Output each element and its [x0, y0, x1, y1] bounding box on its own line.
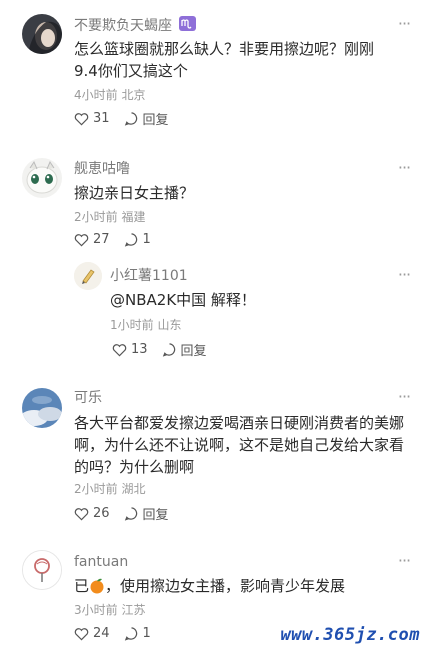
more-options-icon[interactable]: ··· — [394, 16, 414, 37]
like-button[interactable]: 26 — [74, 506, 110, 521]
comment-meta: 3小时前 江苏 — [74, 603, 146, 617]
avatar[interactable] — [22, 158, 62, 198]
reply-button[interactable]: 1 — [124, 232, 151, 247]
comment-text: 擦边亲日女主播？ — [74, 184, 195, 202]
like-button[interactable]: 31 — [74, 111, 110, 126]
reply-count: 1 — [142, 626, 151, 641]
heart-icon — [74, 627, 89, 640]
avatar[interactable] — [74, 262, 102, 290]
comment-text: @NBA2K中国 解释！ — [110, 291, 256, 309]
reply-label: 回复 — [142, 508, 169, 523]
comment-text: 已，使用擦边女主播，影响青少年发展 — [74, 577, 346, 595]
like-button[interactable]: 13 — [112, 342, 148, 357]
like-button[interactable]: 27 — [74, 232, 110, 247]
comment-bubble-icon — [124, 112, 137, 126]
more-options-icon[interactable]: ··· — [394, 160, 414, 181]
comment-actions: 27 1 — [74, 232, 165, 247]
comment-meta: 1小时前 山东 — [110, 318, 182, 332]
avatar[interactable] — [22, 388, 62, 428]
more-options-icon[interactable]: ··· — [394, 389, 414, 410]
like-button[interactable]: 24 — [74, 626, 110, 641]
comment-text: 怎么篮球圈就那么缺人？非要用擦边呢？刚刚9.4你们又搞这个 — [74, 40, 375, 80]
avatar[interactable] — [22, 14, 62, 54]
comment-actions: 31 回复 — [74, 109, 183, 128]
zodiac-badge-icon — [179, 16, 197, 36]
like-count: 24 — [93, 626, 110, 641]
heart-icon — [74, 507, 89, 520]
more-options-icon[interactable]: ··· — [394, 267, 414, 288]
reply-button[interactable]: 回复 — [124, 504, 169, 523]
reply-label: 回复 — [142, 113, 169, 128]
comment-bubble-icon — [124, 627, 137, 641]
like-count: 26 — [93, 506, 110, 521]
comment-text: 各大平台都爱发擦边爱喝酒亲日硬刚消费者的美娜啊，为什么还不让说啊，这不是她自己发… — [74, 414, 405, 476]
more-options-icon[interactable]: ··· — [394, 553, 414, 574]
comment-bubble-icon — [124, 507, 137, 521]
heart-icon — [74, 112, 89, 125]
like-count: 13 — [131, 342, 148, 357]
reply-button[interactable]: 回复 — [124, 109, 169, 128]
username[interactable]: fantuan — [74, 553, 128, 571]
comment-meta: 4小时前 北京 — [74, 88, 146, 102]
reply-count: 1 — [142, 232, 151, 247]
username[interactable]: 小红薯1101 — [110, 267, 188, 285]
reply-label: 回复 — [180, 344, 207, 359]
reply-button[interactable]: 回复 — [162, 340, 207, 359]
reply-button[interactable]: 1 — [124, 626, 151, 641]
orange-emoji-icon — [90, 578, 104, 594]
username[interactable]: 舰恵咕噜 — [74, 160, 130, 178]
heart-icon — [74, 233, 89, 246]
avatar[interactable] — [22, 550, 62, 590]
username[interactable]: 不要欺负天蝎座 — [74, 16, 197, 36]
comment-actions: 13 回复 — [112, 340, 221, 359]
comment-bubble-icon — [162, 343, 175, 357]
comment-meta: 2小时前 福建 — [74, 210, 146, 224]
comment-actions: 24 1 — [74, 626, 165, 641]
comment-meta: 2小时前 湖北 — [74, 482, 146, 496]
like-count: 27 — [93, 232, 110, 247]
comment-bubble-icon — [124, 233, 137, 247]
comment-actions: 26 回复 — [74, 504, 183, 523]
heart-icon — [112, 343, 127, 356]
username[interactable]: 可乐 — [74, 389, 102, 407]
watermark: www.365jz.com — [280, 625, 420, 645]
like-count: 31 — [93, 111, 110, 126]
